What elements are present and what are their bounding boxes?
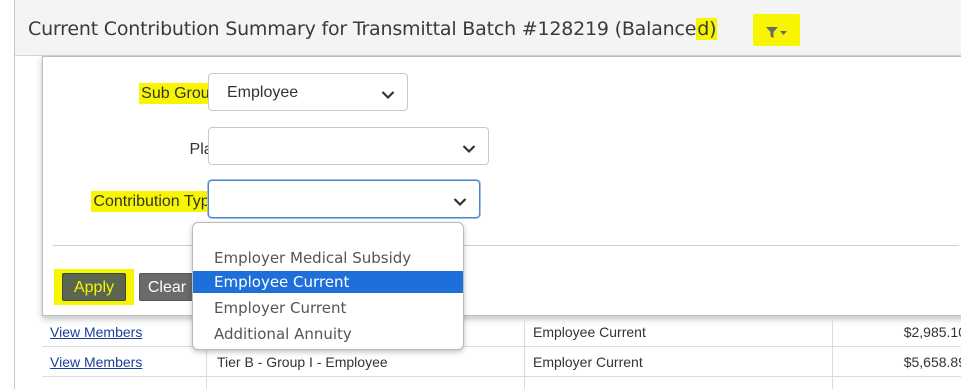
filter-toggle-button[interactable] — [753, 14, 800, 46]
table-row — [42, 377, 961, 389]
dropdown-option[interactable]: Additional Annuity — [193, 323, 463, 345]
chevron-down-icon — [462, 141, 476, 159]
title-highlight: d) — [696, 18, 718, 40]
chevron-down-icon — [381, 87, 395, 105]
contribution-type-cell: Employee Current — [525, 317, 833, 347]
contribution-type-cell: Employer Current — [525, 347, 833, 377]
contribution-type-cell — [525, 377, 833, 389]
card-header: Current Contribution Summary for Transmi… — [15, 0, 961, 56]
filter-dropdown-icon — [766, 24, 788, 43]
filter-panel: Sub Group: Employee Plan: Contribution T… — [42, 56, 961, 316]
chevron-down-icon — [453, 194, 467, 212]
contribution-type-dropdown: Employer Medical Subsidy Employee Curren… — [192, 222, 464, 350]
sub-group-select[interactable]: Employee — [208, 73, 408, 111]
table-row: View Members Tier B - Group I - Employee… — [42, 347, 961, 377]
view-members-link[interactable]: View Members — [50, 354, 142, 370]
contribution-summary-card: Current Contribution Summary for Transmi… — [14, 0, 961, 389]
view-members-link[interactable]: View Members — [50, 324, 142, 340]
clear-button[interactable]: Clear — [139, 273, 195, 301]
dropdown-option[interactable]: Employer Current — [193, 297, 463, 319]
row-link-cell: View Members — [42, 317, 207, 347]
contribution-table: View Members Employee Current $2,985.10 … — [42, 316, 961, 389]
contribution-type-label: Contribution Type: — [91, 191, 226, 212]
contribution-type-select[interactable] — [208, 180, 480, 218]
amount-cell — [833, 377, 961, 389]
apply-button[interactable]: Apply — [62, 273, 126, 301]
dropdown-option-selected[interactable]: Employee Current — [193, 271, 463, 293]
sub-group-value: Employee — [227, 84, 299, 101]
table-row: View Members Employee Current $2,985.10 — [42, 317, 961, 347]
panel-divider — [53, 245, 959, 246]
row-link-cell — [42, 377, 207, 389]
row-link-cell: View Members — [42, 347, 207, 377]
plan-select[interactable] — [208, 127, 489, 165]
dropdown-option[interactable]: Employer Medical Subsidy — [193, 247, 463, 269]
amount-cell: $2,985.10 — [903, 324, 961, 340]
page-title: Current Contribution Summary for Transmi… — [28, 18, 718, 40]
group-cell: Tier B - Group I - Employee — [207, 347, 525, 377]
group-cell — [207, 377, 525, 389]
amount-cell: $5,658.89 — [903, 354, 961, 370]
